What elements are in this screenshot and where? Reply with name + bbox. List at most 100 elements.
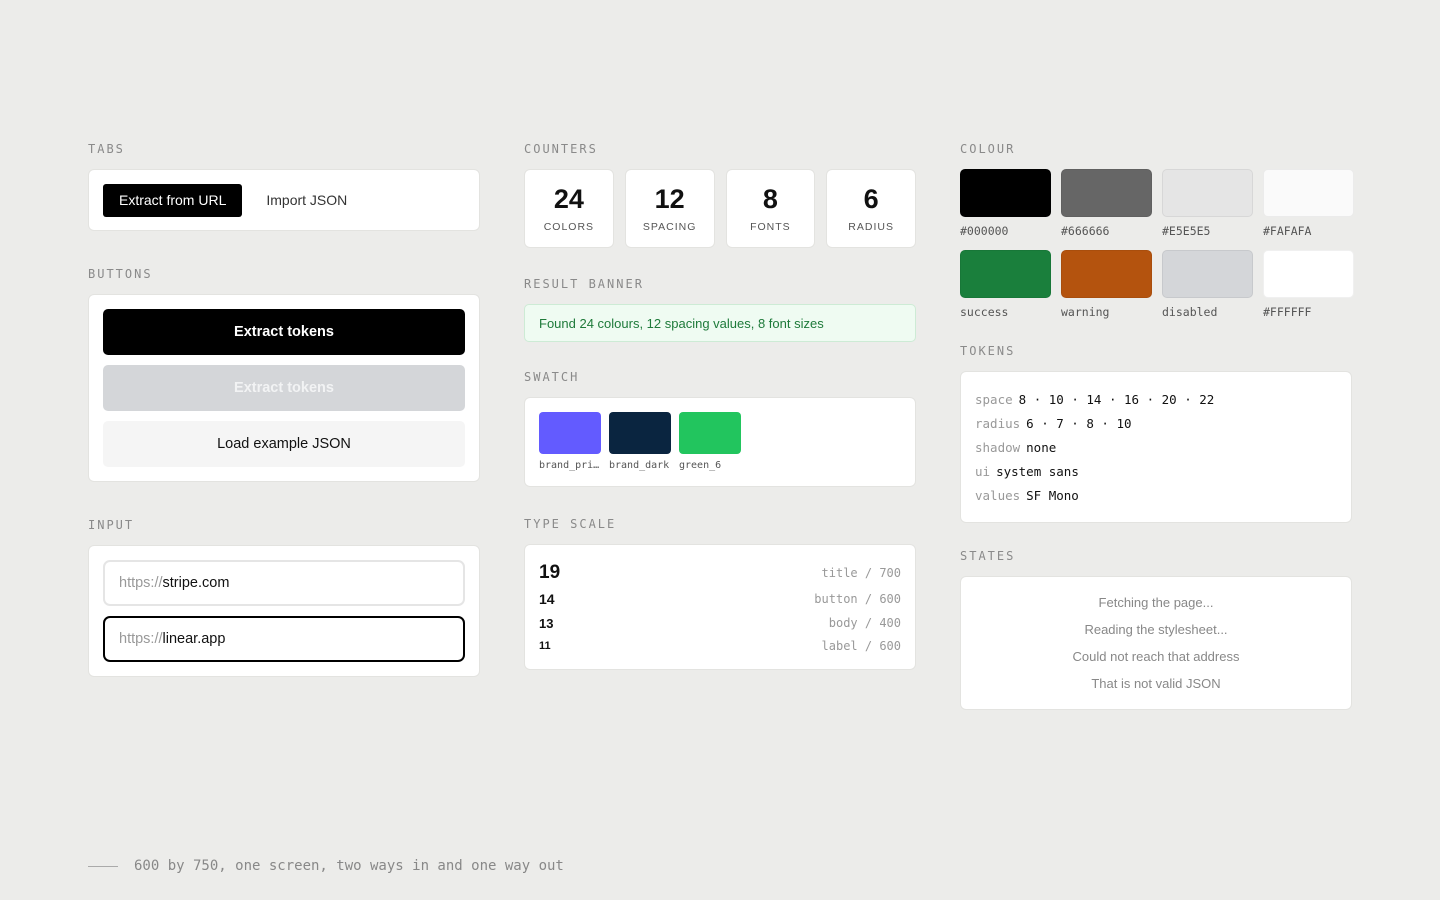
token-key: shadow (975, 440, 1021, 455)
colour-name: #000000 (960, 224, 1009, 238)
token-value: system sans (996, 464, 1079, 479)
swatch-name: brand_dark (609, 460, 670, 471)
state-message: That is not valid JSON (1091, 676, 1221, 691)
type-meta: label / 600 (821, 639, 901, 653)
counter-spacing: 12 SPACING (624, 169, 715, 248)
colour-chip (1263, 250, 1354, 298)
footer-note: 600 by 750, one screen, two ways in and … (88, 858, 564, 874)
footer-rule (88, 865, 118, 867)
type-meta: body / 400 (828, 616, 901, 630)
swatch-name: brand_pri… (539, 460, 600, 471)
token-value: SF Mono (1026, 488, 1079, 503)
colour-item[interactable]: success (960, 250, 1051, 319)
state-message: Could not reach that address (1072, 649, 1240, 664)
colour-chip (1061, 250, 1152, 298)
colour-chip (1263, 169, 1354, 217)
type-size: 11 (539, 640, 551, 652)
token-value: none (1026, 440, 1057, 455)
section-label-counters: COUNTERS (524, 142, 598, 156)
counter-label: COLORS (543, 221, 595, 233)
swatch-item[interactable]: green_6 (679, 412, 741, 472)
colour-name: disabled (1162, 305, 1218, 319)
colour-chip (1162, 169, 1253, 217)
right-column: COLOUR #000000 #666666 #E5E5E5 #FAFAFA s… (960, 140, 1354, 710)
url-input-focused[interactable]: https:// linear.app (103, 616, 465, 662)
extract-tokens-button[interactable]: Extract tokens (103, 309, 465, 355)
counter-colors: 24 COLORS (524, 169, 614, 248)
type-size: 14 (539, 591, 555, 607)
section-label-tabs: TABS (88, 142, 125, 156)
swatch-item[interactable]: brand_pri… (539, 412, 601, 472)
colour-chip (960, 250, 1051, 298)
state-message: Fetching the page... (1098, 595, 1214, 610)
token-row: radius 6 · 7 · 8 · 10 (975, 412, 1337, 436)
token-row: ui system sans (975, 460, 1337, 484)
section-label-input: INPUT (88, 518, 135, 532)
colour-item[interactable]: disabled (1162, 250, 1253, 319)
colour-item[interactable]: #666666 (1061, 169, 1152, 238)
counter-radius: 6 RADIUS (826, 169, 916, 248)
token-key: values (975, 488, 1021, 503)
token-value: 8 · 10 · 14 · 16 · 20 · 22 (1018, 392, 1215, 407)
counter-value: 12 (654, 184, 685, 214)
url-input[interactable]: https:// stripe.com (103, 560, 465, 606)
counters-row: 24 COLORS 12 SPACING 8 FONTS 6 RADIUS (524, 169, 916, 248)
counter-label: FONTS (750, 221, 791, 233)
type-meta: button / 600 (814, 592, 901, 606)
colour-item[interactable]: #FFFFFF (1263, 250, 1354, 319)
token-key: ui (975, 464, 991, 479)
type-row: 13 body / 400 (539, 611, 901, 635)
url-prefix: https:// (119, 575, 163, 591)
colour-name: #666666 (1061, 224, 1110, 238)
swatch-name: green_6 (679, 460, 722, 471)
type-size: 13 (539, 615, 554, 631)
colour-name: #E5E5E5 (1162, 224, 1211, 238)
colour-chip (960, 169, 1051, 217)
counter-label: SPACING (642, 221, 697, 233)
tab-import-json[interactable]: Import JSON (250, 184, 363, 217)
input-card: https:// stripe.com https:// linear.app (88, 545, 480, 677)
swatch-card: brand_pri… brand_dark green_6 (524, 397, 916, 487)
state-message: Reading the stylesheet... (1084, 622, 1228, 637)
colour-chip (1162, 250, 1253, 298)
counter-label: RADIUS (848, 221, 894, 233)
colour-name: success (960, 305, 1009, 319)
url-prefix: https:// (119, 631, 163, 647)
result-banner: Found 24 colours, 12 spacing values, 8 f… (524, 304, 916, 342)
tab-extract-from-url[interactable]: Extract from URL (103, 183, 243, 217)
section-label-states: STATES (960, 549, 1016, 563)
section-label-type-scale: TYPE SCALE (524, 517, 617, 531)
url-value: stripe.com (162, 575, 230, 591)
left-column: TABS Extract from URL Import JSON BUTTON… (88, 140, 480, 677)
colour-chip (1061, 169, 1152, 217)
token-row: shadow none (975, 436, 1337, 460)
extract-tokens-button-disabled: Extract tokens (103, 365, 465, 411)
middle-column: COUNTERS 24 COLORS 12 SPACING 8 FONTS 6 … (524, 140, 916, 670)
type-row: 14 button / 600 (539, 587, 901, 611)
colour-name: #FFFFFF (1263, 305, 1312, 319)
footer-text: 600 by 750, one screen, two ways in and … (134, 858, 564, 874)
type-meta: title / 700 (821, 566, 901, 580)
token-key: space (975, 392, 1013, 407)
colour-item[interactable]: #000000 (960, 169, 1051, 238)
load-example-json-button[interactable]: Load example JSON (103, 421, 465, 467)
colour-item[interactable]: #FAFAFA (1263, 169, 1354, 238)
type-row: 11 label / 600 (539, 635, 901, 657)
colour-item[interactable]: warning (1061, 250, 1152, 319)
counter-fonts: 8 FONTS (725, 169, 816, 248)
tabs-card: Extract from URL Import JSON (88, 169, 480, 231)
type-scale-card: 19 title / 700 14 button / 600 13 body /… (524, 544, 916, 670)
counter-value: 6 (863, 184, 879, 214)
section-label-colour: COLOUR (960, 142, 1016, 156)
section-label-swatch: SWATCH (524, 370, 580, 384)
token-value: 6 · 7 · 8 · 10 (1026, 416, 1132, 431)
swatch-item[interactable]: brand_dark (609, 412, 671, 472)
counter-value: 24 (553, 184, 584, 214)
type-size: 19 (539, 562, 561, 583)
colour-item[interactable]: #E5E5E5 (1162, 169, 1253, 238)
section-label-tokens: TOKENS (960, 344, 1016, 358)
section-label-buttons: BUTTONS (88, 267, 153, 281)
swatch-chip (609, 412, 671, 454)
url-value: linear.app (162, 631, 226, 647)
swatch-chip (679, 412, 741, 454)
